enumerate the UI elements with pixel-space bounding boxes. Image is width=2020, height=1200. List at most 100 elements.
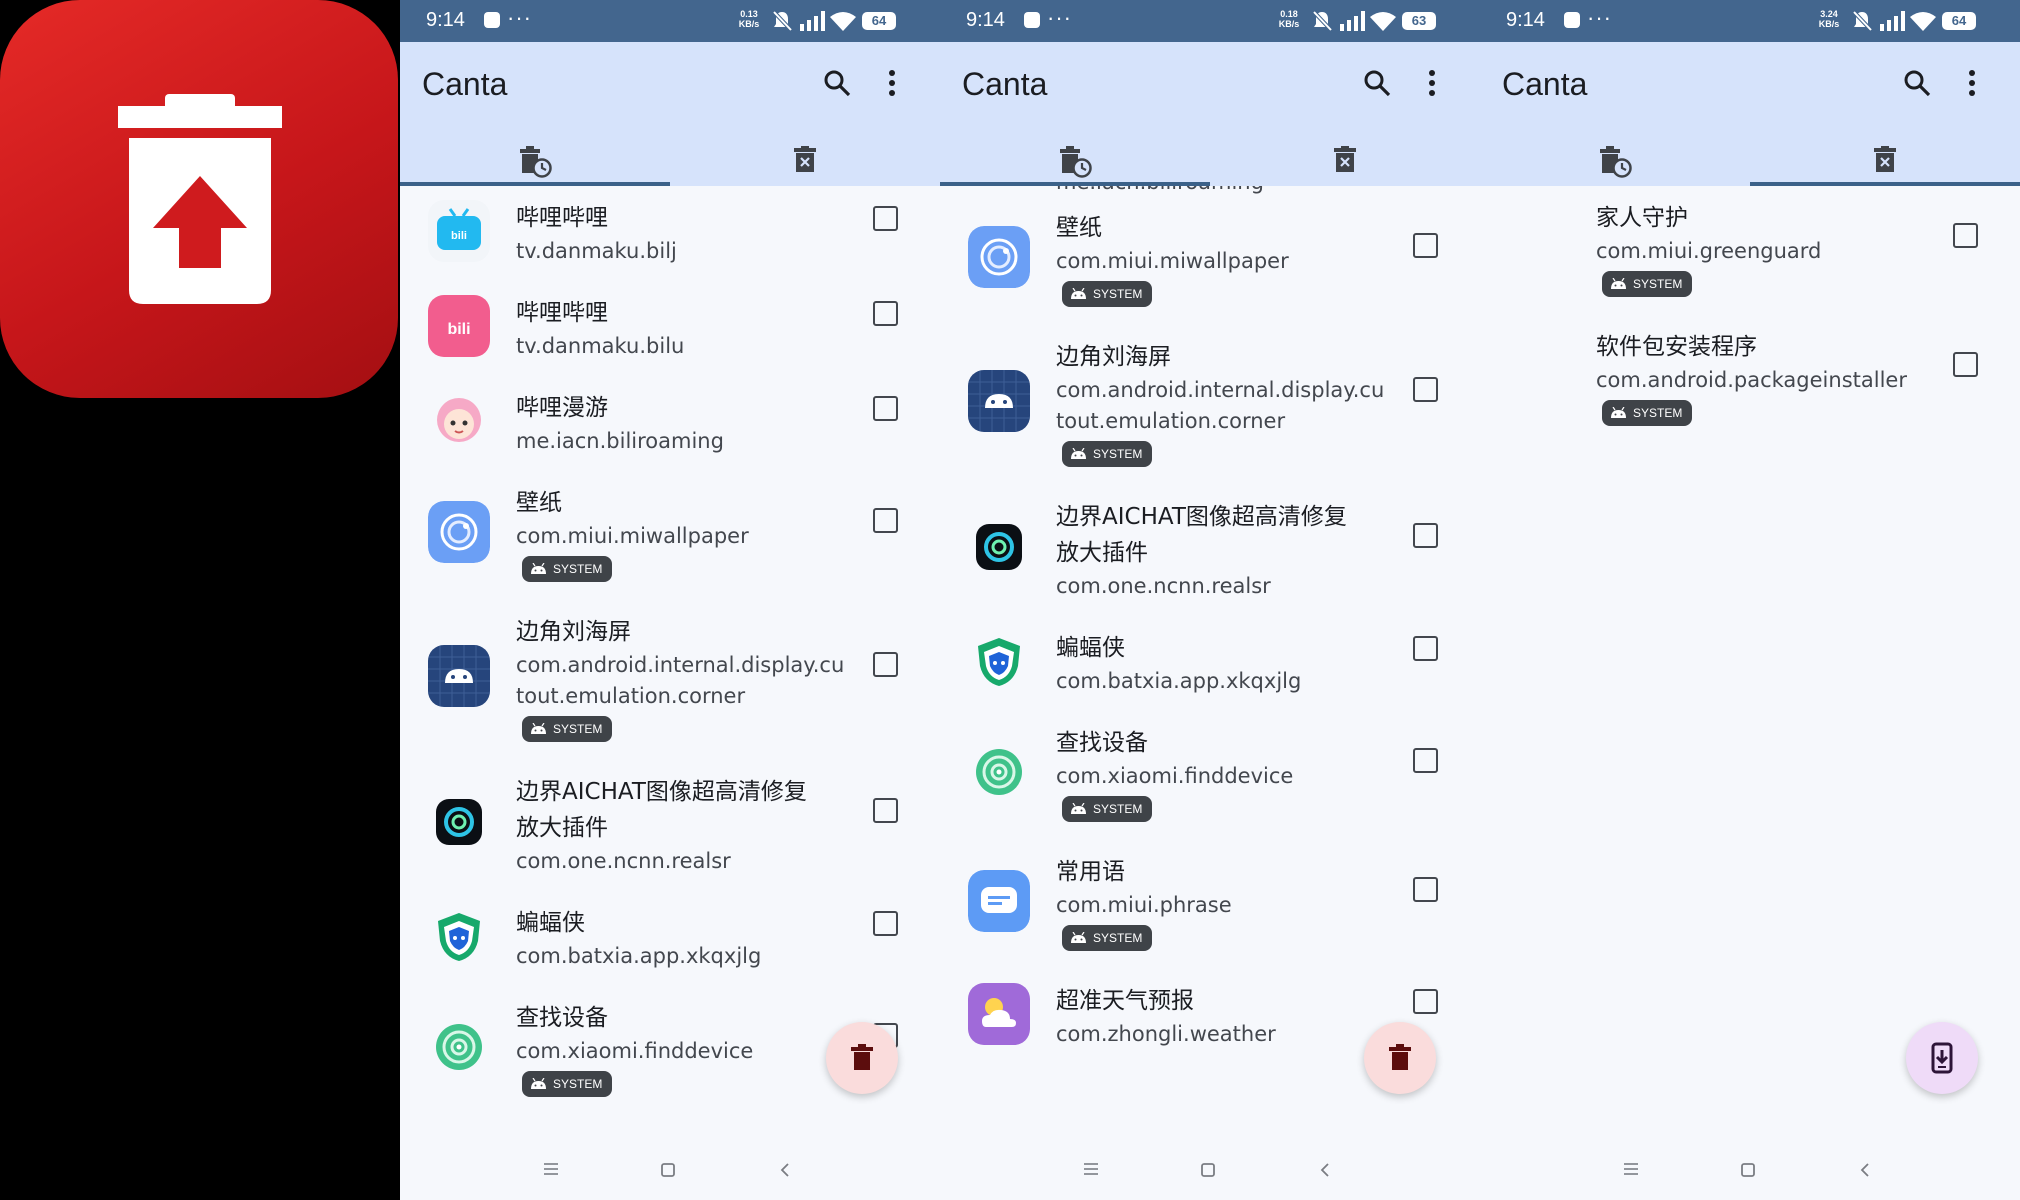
app-bar: Canta	[940, 42, 1480, 186]
status-time: 9:14	[426, 9, 465, 31]
wallpaper-app-icon	[968, 226, 1030, 288]
system-nav-bar	[940, 1140, 1480, 1200]
select-checkbox[interactable]	[873, 301, 898, 326]
more-notifications-icon: ···	[1587, 5, 1612, 30]
app-name-line: 放大插件	[516, 815, 608, 841]
back-icon[interactable]	[1319, 1162, 1331, 1178]
app-list-item[interactable]: 蝙蝠侠 com.batxia.app.xkqxjlg	[400, 905, 940, 1000]
app-package: com.android.packageinstaller	[1596, 368, 1907, 392]
app-list-item[interactable]: bili 哔哩哔哩 tv.danmaku.bilj	[400, 200, 940, 295]
more-options-icon[interactable]	[1968, 70, 1976, 96]
app-list-item[interactable]: 查找设备 com.xiaomi.finddevice SYSTEM	[940, 725, 1480, 854]
app-list-item[interactable]: 边界AICHAT图像超高清修复 放大插件 com.one.ncnn.realsr	[940, 499, 1480, 630]
home-icon[interactable]	[1200, 1162, 1216, 1178]
android-icon	[1610, 406, 1633, 420]
app-package: com.android.internal.display.cu tout.emul…	[1056, 375, 1396, 437]
select-checkbox[interactable]	[1953, 352, 1978, 377]
app-name-line: 边界AICHAT图像超高清修复	[516, 779, 807, 805]
system-nav-bar	[400, 1140, 940, 1200]
back-icon[interactable]	[1859, 1162, 1871, 1178]
select-checkbox[interactable]	[873, 911, 898, 936]
app-name: 查找设备	[516, 1005, 608, 1031]
more-options-icon[interactable]	[1428, 70, 1436, 96]
app-list-item[interactable]: 壁纸 com.miui.miwallpaper SYSTEM	[940, 210, 1480, 339]
batxia-app-icon	[428, 905, 490, 967]
recent-apps-icon[interactable]	[1083, 1162, 1099, 1176]
app-list-item[interactable]: 常用语 com.miui.phrase SYSTEM	[940, 854, 1480, 983]
back-icon[interactable]	[779, 1162, 791, 1178]
app-name: 超准天气预报	[1056, 988, 1194, 1014]
delete-icon	[1334, 146, 1356, 172]
search-icon[interactable]	[823, 69, 851, 97]
restore-fab[interactable]	[1906, 1022, 1978, 1094]
tab-uninstalled-history[interactable]	[400, 136, 670, 186]
app-title: Canta	[962, 66, 1048, 102]
more-options-icon[interactable]	[888, 70, 896, 96]
more-notifications-icon: ···	[507, 5, 532, 30]
app-list-item[interactable]: 蝙蝠侠 com.batxia.app.xkqxjlg	[940, 630, 1480, 725]
app-name: 边界AICHAT图像超高清修复 放大插件	[1056, 499, 1386, 571]
app-list-item[interactable]: 家人守护 com.miui.greenguard SYSTEM	[1480, 200, 2020, 329]
app-name: 常用语	[1056, 859, 1125, 885]
system-badge-label: SYSTEM	[1633, 406, 1683, 420]
app-name: 边角刘海屏	[516, 619, 631, 645]
app-name-line: 边界AICHAT图像超高清修复	[1056, 504, 1347, 530]
select-checkbox[interactable]	[1413, 523, 1438, 548]
select-checkbox[interactable]	[873, 798, 898, 823]
app-name: 哔哩哔哩	[516, 205, 608, 231]
select-checkbox[interactable]	[873, 206, 898, 231]
network-speed-unit: KB/s	[1278, 19, 1300, 29]
select-checkbox[interactable]	[1413, 233, 1438, 258]
delete-history-icon	[1060, 146, 1092, 178]
logo-panel	[0, 0, 400, 1200]
select-checkbox[interactable]	[1413, 748, 1438, 773]
app-list-item[interactable]: bili 哔哩哔哩 tv.danmaku.bilu	[400, 295, 940, 390]
select-checkbox[interactable]	[1413, 636, 1438, 661]
tab-uninstall[interactable]	[1210, 136, 1480, 186]
home-icon[interactable]	[660, 1162, 676, 1178]
android-icon	[530, 562, 553, 576]
android-icon	[1070, 802, 1093, 816]
select-checkbox[interactable]	[1413, 989, 1438, 1014]
app-list-item[interactable]: 软件包安装程序 com.android.packageinstaller SYSTE…	[1480, 329, 2020, 458]
system-nav-bar	[1480, 1140, 2020, 1200]
delete-icon	[1874, 146, 1896, 172]
app-list-item[interactable]: 壁纸 com.miui.miwallpaper SYSTEM	[400, 485, 940, 614]
app-list: 家人守护 com.miui.greenguard SYSTEM 软件包安装程序 com.…	[1480, 186, 2020, 1126]
select-checkbox[interactable]	[1413, 877, 1438, 902]
app-package: com.miui.miwallpaper	[1056, 249, 1289, 273]
search-icon[interactable]	[1903, 69, 1931, 97]
app-bar: Canta	[400, 42, 940, 186]
tab-uninstall[interactable]	[670, 136, 940, 186]
search-icon[interactable]	[1363, 69, 1391, 97]
tab-uninstalled-history[interactable]	[1480, 136, 1750, 186]
tab-uninstall[interactable]	[1750, 136, 2020, 186]
android-icon	[1070, 287, 1093, 301]
app-package: com.xiaomi.finddevice	[1056, 764, 1294, 788]
app-name-line: 放大插件	[1056, 540, 1148, 566]
tab-uninstalled-history[interactable]	[940, 136, 1210, 186]
select-checkbox[interactable]	[1953, 223, 1978, 248]
delete-fab[interactable]	[1364, 1022, 1436, 1094]
signal-icon	[800, 11, 825, 31]
select-checkbox[interactable]	[873, 652, 898, 677]
select-checkbox[interactable]	[873, 508, 898, 533]
recent-apps-icon[interactable]	[1623, 1162, 1639, 1176]
select-checkbox[interactable]	[873, 396, 898, 421]
app-list-item[interactable]: 边界AICHAT图像超高清修复 放大插件 com.one.ncnn.realsr	[400, 774, 940, 905]
app-name: 哔哩哔哩	[516, 300, 608, 326]
app-name: 壁纸	[516, 490, 562, 516]
delete-icon	[794, 146, 816, 172]
app-name: 边角刘海屏	[1056, 344, 1171, 370]
app-list-item[interactable]: 哔哩漫游 me.iacn.biliroaming	[400, 390, 940, 485]
recent-apps-icon[interactable]	[543, 1162, 559, 1176]
network-speed-unit: KB/s	[1818, 19, 1840, 29]
home-icon[interactable]	[1740, 1162, 1756, 1178]
app-list-item[interactable]: 边角刘海屏 com.android.internal.display.cu tout…	[400, 614, 940, 774]
select-checkbox[interactable]	[1413, 377, 1438, 402]
app-name: 壁纸	[1056, 215, 1102, 241]
delete-fab[interactable]	[826, 1022, 898, 1094]
app-list-item[interactable]: 边角刘海屏 com.android.internal.display.cu tout…	[940, 339, 1480, 499]
app-package: tv.danmaku.bilj	[516, 239, 677, 263]
system-badge: SYSTEM	[1062, 281, 1153, 307]
